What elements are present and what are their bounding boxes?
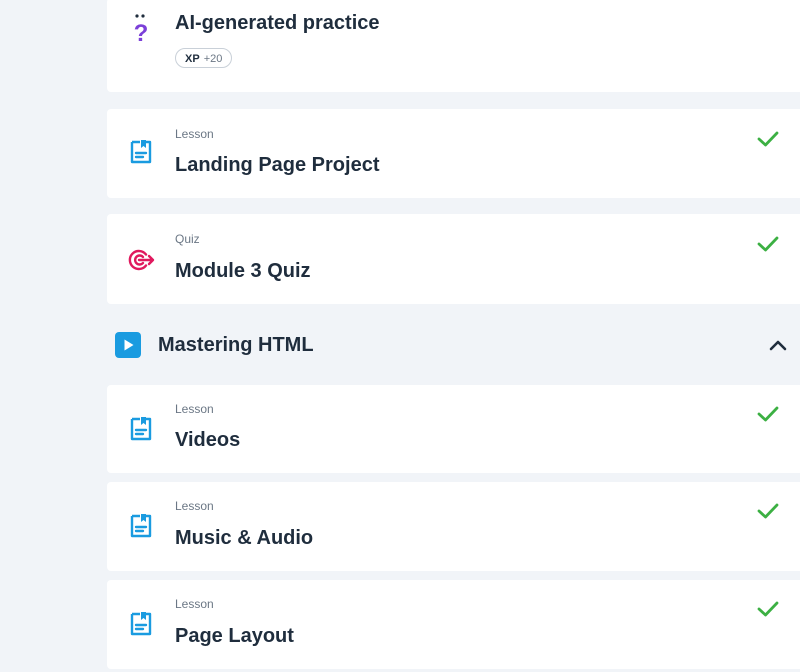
item-title: Module 3 Quiz bbox=[175, 260, 311, 282]
ai-question-icon: ? bbox=[127, 12, 155, 47]
check-icon bbox=[756, 232, 780, 256]
xp-label: XP bbox=[185, 53, 200, 65]
item-title: Page Layout bbox=[175, 625, 294, 647]
list-item[interactable]: Lesson Videos bbox=[107, 385, 800, 473]
lesson-doc-icon bbox=[127, 610, 155, 638]
section-title: Mastering HTML bbox=[158, 334, 314, 356]
chevron-up-icon[interactable] bbox=[766, 334, 790, 358]
check-icon bbox=[756, 127, 780, 151]
practice-card[interactable]: ? AI-generated practice XP +20 bbox=[107, 0, 800, 92]
item-type: Lesson bbox=[175, 402, 214, 416]
video-play-icon bbox=[115, 332, 141, 358]
item-title: Landing Page Project bbox=[175, 154, 380, 176]
quiz-target-icon bbox=[127, 246, 155, 274]
item-title: Music & Audio bbox=[175, 527, 314, 549]
practice-title: AI-generated practice bbox=[175, 12, 380, 34]
item-title: Videos bbox=[175, 429, 241, 451]
list-item[interactable]: Quiz Module 3 Quiz bbox=[107, 214, 800, 304]
list-item[interactable]: Lesson Page Layout bbox=[107, 580, 800, 669]
lesson-doc-icon bbox=[127, 415, 155, 443]
check-icon bbox=[756, 402, 780, 426]
lesson-doc-icon bbox=[127, 138, 155, 166]
check-icon bbox=[756, 499, 780, 523]
item-type: Lesson bbox=[175, 597, 214, 611]
xp-badge: XP +20 bbox=[175, 48, 233, 68]
section-header-mastering-html[interactable]: Mastering HTML bbox=[107, 326, 800, 366]
item-type: Lesson bbox=[175, 499, 214, 513]
check-icon bbox=[756, 597, 780, 621]
item-type: Quiz bbox=[175, 232, 200, 246]
list-item[interactable]: Lesson Landing Page Project bbox=[107, 109, 800, 198]
svg-text:?: ? bbox=[134, 20, 149, 44]
xp-value: +20 bbox=[203, 53, 223, 65]
list-item[interactable]: Lesson Music & Audio bbox=[107, 482, 800, 571]
lesson-doc-icon bbox=[127, 512, 155, 540]
item-type: Lesson bbox=[175, 127, 214, 141]
